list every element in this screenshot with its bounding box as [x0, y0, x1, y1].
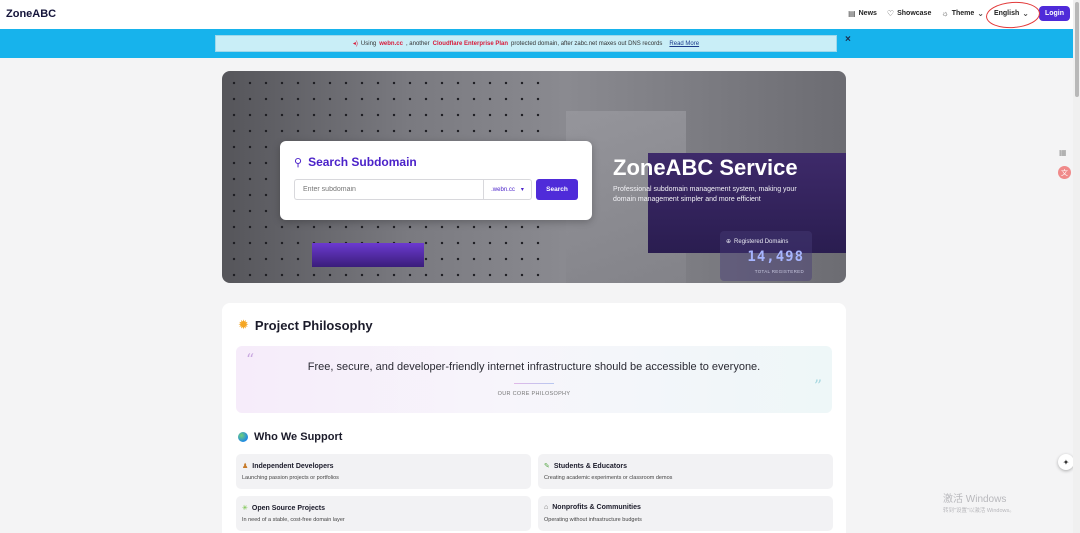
philosophy-heading: ✹ Project Philosophy — [238, 317, 373, 333]
search-form: .webn.cc ▾ Search — [294, 179, 578, 200]
stat-label: ⊕ Registered Domains — [726, 238, 789, 246]
announcement-suffix: protected domain, after zabc.net maxes o… — [511, 40, 663, 47]
translate-icon[interactable]: 文 — [1058, 166, 1071, 179]
read-more-link[interactable]: Read More — [669, 41, 699, 47]
sparkle-assistant-icon[interactable]: ✦ — [1058, 454, 1074, 470]
who-item-title-text: Open Source Projects — [251, 504, 326, 512]
philosophy-quote: Free, secure, and developer-friendly int… — [307, 361, 761, 373]
who-item-desc: In need of a stable, cost-free domain la… — [242, 517, 345, 523]
stat-label-text: Registered Domains — [734, 238, 789, 245]
hero-banner: ⚲ Search Subdomain .webn.cc ▾ Search Zon… — [222, 71, 846, 283]
nav-actions: ▤ News ♡ Showcase ☼ Theme ⌄ English ⌄ Lo… — [848, 0, 1070, 30]
page-scrollbar[interactable] — [1073, 0, 1080, 533]
sun-icon: ✹ — [238, 317, 249, 332]
annotation-circle — [985, 0, 1041, 30]
who-item-title-text: Students & Educators — [553, 462, 627, 470]
nav-theme[interactable]: ☼ Theme ⌄ — [941, 9, 984, 18]
who-item-desc: Creating academic experiments or classro… — [544, 475, 673, 481]
watermark-line2: 转到"设置"以激活 Windows。 — [943, 508, 1015, 514]
quote-divider — [514, 383, 554, 384]
domain-suffix-label: .webn.cc — [491, 186, 515, 193]
announcement-plan: Cloudflare Enterprise Plan — [432, 40, 508, 47]
login-button[interactable]: Login — [1038, 6, 1070, 21]
philosophy-card: ✹ Project Philosophy “ Free, secure, and… — [222, 303, 846, 533]
language-selector[interactable]: English ⌄ — [985, 0, 1041, 30]
who-item-nonprofits: ⌂ Nonprofits & Communities Operating wit… — [538, 496, 833, 531]
nav-news[interactable]: ▤ News — [848, 9, 877, 18]
who-item-title-text: Independent Developers — [252, 462, 334, 470]
close-quote-icon: ” — [813, 376, 822, 395]
globe-icon: ⊕ — [726, 239, 732, 245]
who-item-developers: ♟ Independent Developers Launching passi… — [236, 454, 531, 489]
who-item-title: ♟ Independent Developers — [242, 462, 334, 471]
philosophy-quote-box: “ Free, secure, and developer-friendly i… — [236, 346, 832, 413]
nav-theme-label: Theme — [951, 10, 975, 17]
announcement-domain: webn.cc — [379, 40, 403, 47]
scrollbar-thumb[interactable] — [1075, 2, 1079, 97]
search-title: Search Subdomain — [308, 155, 417, 169]
pencil-icon: ✎ — [544, 463, 550, 470]
nav-showcase[interactable]: ♡ Showcase — [887, 9, 931, 18]
sparkle-icon: ✳ — [242, 505, 248, 512]
hero-title: ZoneABC Service — [613, 155, 798, 180]
who-item-title: ✎ Students & Educators — [544, 462, 627, 471]
philosophy-caption: OUR CORE PHILOSOPHY — [497, 391, 571, 397]
close-icon[interactable]: × — [845, 34, 851, 45]
announcement-middle: , another — [405, 40, 430, 47]
search-icon: ⚲ — [294, 156, 303, 169]
megaphone-icon: ◂) — [352, 41, 358, 47]
grid-icon[interactable]: ▦ — [1059, 148, 1069, 158]
windows-watermark: 激活 Windows 转到"设置"以激活 Windows。 — [943, 490, 1015, 514]
sun-icon: ☼ — [941, 9, 949, 18]
who-heading: Who We Support — [238, 431, 342, 443]
domain-suffix-select[interactable]: .webn.cc ▾ — [483, 179, 532, 200]
registered-domains-stat: ⊕ Registered Domains 14,498 TOTAL REGIST… — [720, 231, 812, 281]
top-navbar: ZoneABC ▤ News ♡ Showcase ☼ Theme ⌄ Engl… — [0, 0, 1080, 30]
who-item-title: ⌂ Nonprofits & Communities — [544, 504, 641, 511]
search-button[interactable]: Search — [536, 179, 578, 200]
announcement-prefix: Using — [360, 40, 377, 47]
who-item-desc: Launching passion projects or portfolios — [242, 475, 339, 481]
nav-showcase-label: Showcase — [897, 10, 932, 17]
stat-caption: TOTAL REGISTERED — [754, 269, 804, 274]
who-item-students: ✎ Students & Educators Creating academic… — [538, 454, 833, 489]
announcement-content: ◂) Using webn.cc , another Cloudflare En… — [215, 35, 837, 52]
caret-down-icon: ▾ — [520, 187, 524, 193]
nav-news-label: News — [858, 10, 877, 17]
search-card: ⚲ Search Subdomain .webn.cc ▾ Search — [280, 141, 592, 220]
newspaper-icon: ▤ — [848, 9, 856, 18]
hero-subtitle: Professional subdomain management system… — [613, 186, 797, 203]
globe-icon — [238, 432, 248, 442]
stat-value: 14,498 — [747, 249, 804, 265]
hero-decoration — [312, 243, 424, 267]
announcement-bar: ◂) Using webn.cc , another Cloudflare En… — [0, 29, 1073, 58]
brand-logo[interactable]: ZoneABC — [6, 8, 56, 20]
who-item-desc: Operating without infrastructure budgets — [544, 517, 642, 523]
subdomain-input[interactable] — [294, 179, 483, 200]
heart-icon: ♡ — [886, 9, 895, 18]
person-icon: ♟ — [242, 463, 249, 470]
building-icon: ⌂ — [544, 504, 549, 511]
who-item-open-source: ✳ Open Source Projects In need of a stab… — [236, 496, 531, 531]
philosophy-title: Project Philosophy — [254, 317, 373, 333]
who-item-title-text: Nonprofits & Communities — [552, 504, 641, 511]
chevron-down-icon: ⌄ — [977, 9, 984, 18]
who-title: Who We Support — [254, 431, 343, 443]
search-heading: ⚲ Search Subdomain — [294, 155, 417, 169]
watermark-line1: 激活 Windows — [943, 494, 1007, 505]
who-item-title: ✳ Open Source Projects — [242, 504, 326, 513]
